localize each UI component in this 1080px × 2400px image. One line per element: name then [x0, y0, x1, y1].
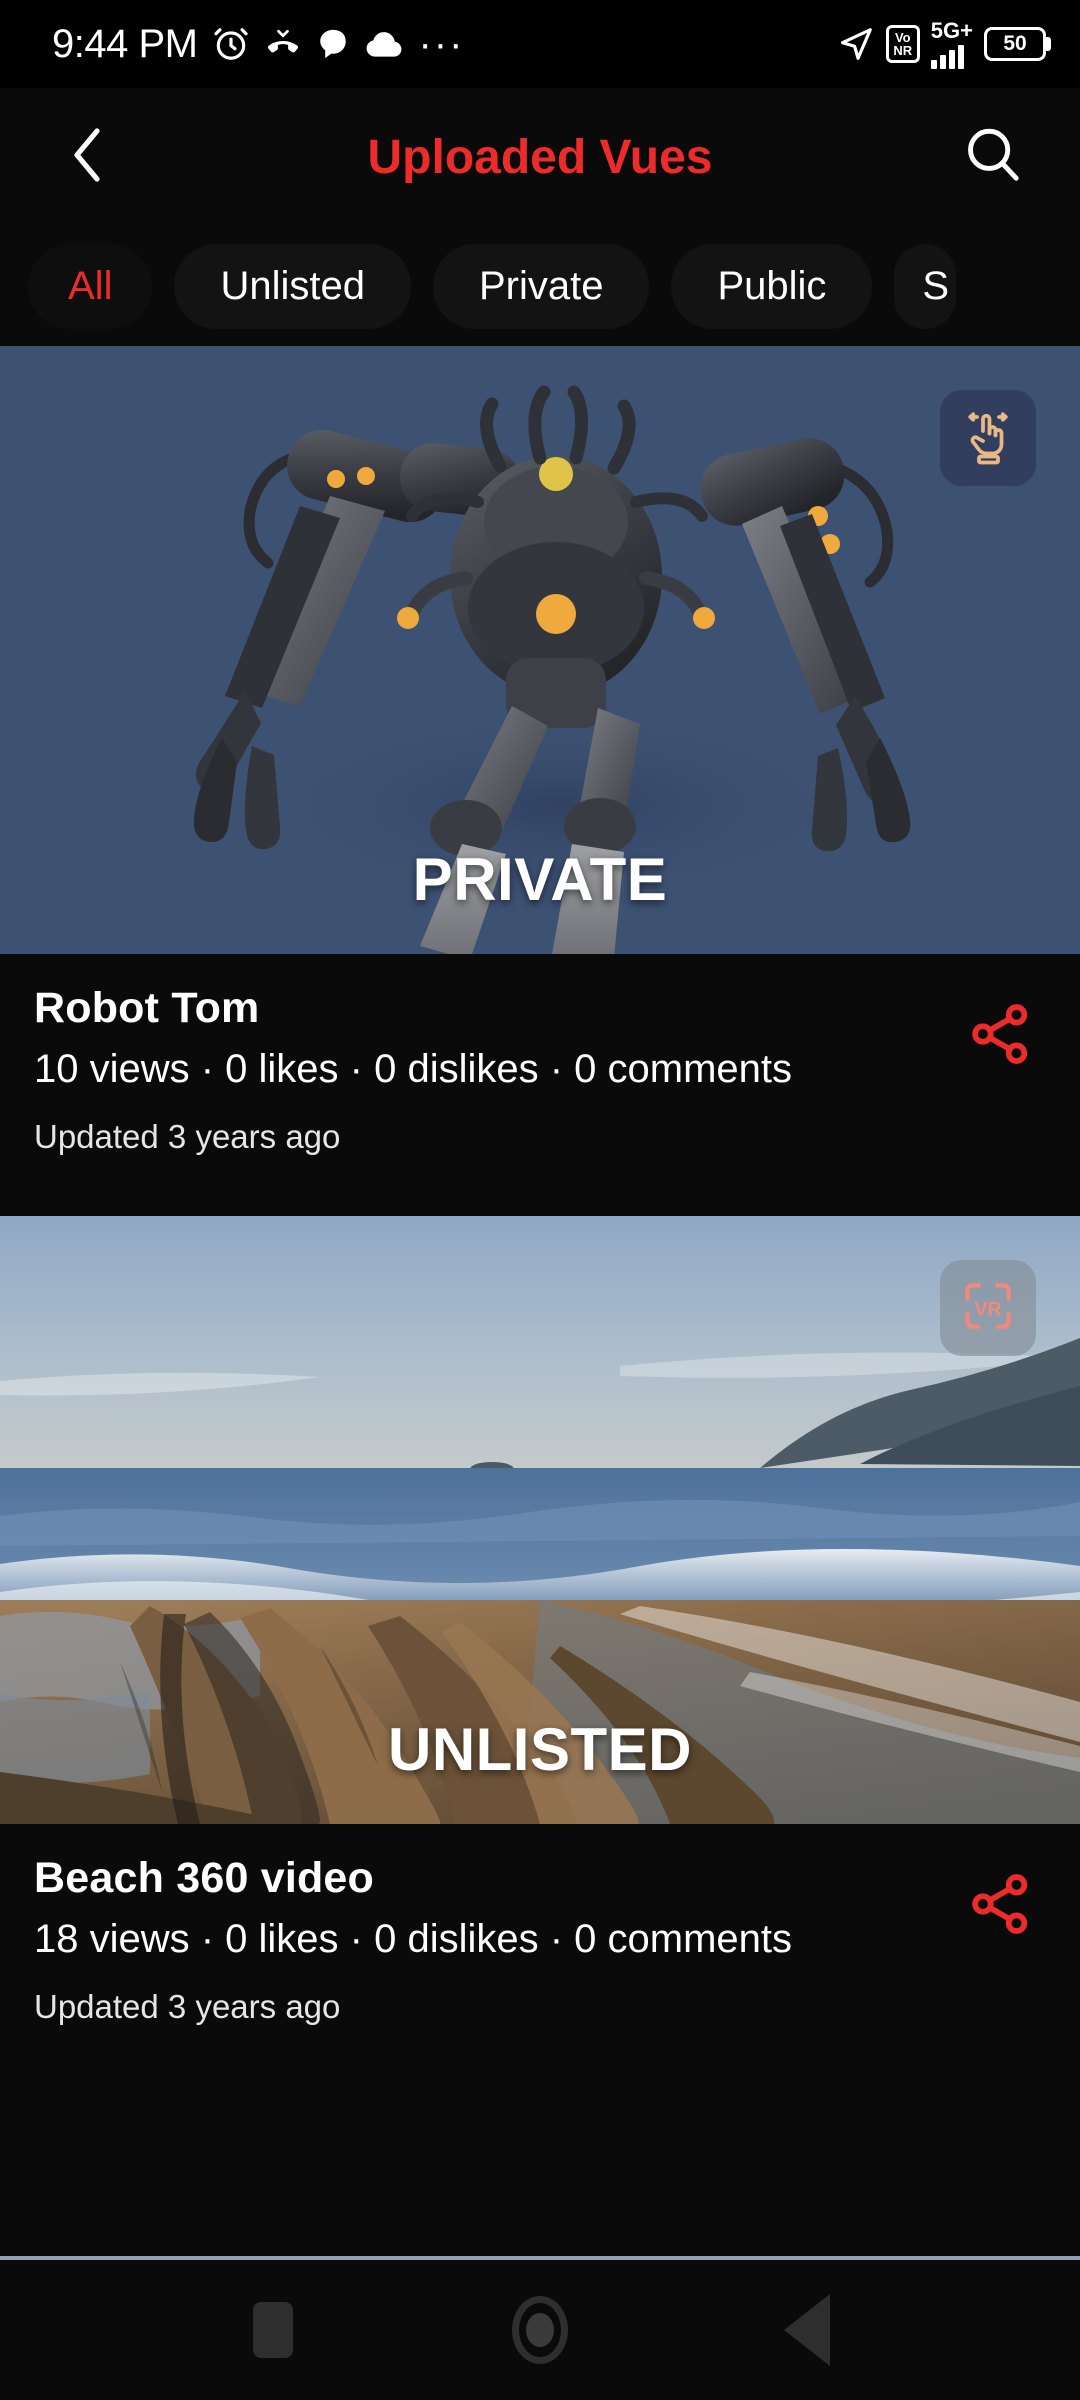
filter-chip-label: All — [68, 263, 113, 308]
app-header: Uploaded Vues — [0, 88, 1080, 226]
card-divider — [0, 1198, 1080, 1216]
share-button[interactable] — [958, 1864, 1042, 1948]
video-title: Beach 360 video — [34, 1854, 375, 1902]
robot-thumbnail-art — [0, 346, 1080, 954]
recents-button[interactable] — [213, 2270, 333, 2390]
chevron-left-icon — [61, 123, 113, 192]
missed-call-icon — [265, 26, 301, 62]
filter-chip-label: S — [922, 263, 950, 308]
filter-chip-scheduled-partial[interactable]: S — [894, 243, 957, 329]
interactive-3d-badge[interactable] — [940, 390, 1036, 486]
filter-chip-row[interactable]: All Unlisted Private Public S — [0, 226, 1080, 346]
video-updated: Updated 3 years ago — [34, 1988, 341, 2025]
vonr-line2: NR — [893, 43, 913, 58]
status-bar-left: 9:44 PM ··· — [52, 22, 464, 67]
search-button[interactable] — [950, 114, 1036, 200]
beach-thumbnail-art — [0, 1216, 1080, 1824]
battery-level: 50 — [1003, 32, 1027, 55]
app-screen: 9:44 PM ··· Vo NR 5G+ 50 Uploaded Vues A… — [0, 0, 1080, 2400]
network-label: 5G+ — [930, 17, 973, 43]
back-nav-button[interactable] — [747, 2270, 867, 2390]
filter-chip-label: Private — [478, 263, 604, 308]
square-icon — [253, 2302, 294, 2358]
video-card[interactable]: VR UNLISTED Beach 360 video 18 views · 0… — [0, 1216, 1080, 2068]
vr-icon: VR — [957, 1275, 1019, 1342]
location-arrow-icon — [837, 25, 875, 63]
back-button[interactable] — [44, 114, 130, 200]
more-dots-icon: ··· — [418, 22, 465, 66]
svg-text:VR: VR — [974, 1298, 1001, 1320]
status-time: 9:44 PM — [52, 21, 198, 66]
filter-chip-label: Unlisted — [220, 263, 365, 308]
video-stats: 18 views · 0 likes · 0 dislikes · 0 comm… — [34, 1917, 793, 1961]
video-stats: 10 views · 0 likes · 0 dislikes · 0 comm… — [34, 1047, 793, 1091]
filter-chip-public[interactable]: Public — [671, 243, 873, 329]
page-title: Uploaded Vues — [367, 130, 713, 184]
status-bar-right: Vo NR 5G+ 50 — [837, 17, 1046, 69]
triangle-back-icon — [783, 2294, 830, 2366]
share-button[interactable] — [958, 994, 1042, 1078]
drag-hand-icon — [958, 406, 1018, 471]
share-icon — [964, 998, 1036, 1075]
battery-icon: 50 — [984, 27, 1046, 61]
filter-chip-all[interactable]: All — [28, 243, 153, 329]
network-indicator: 5G+ — [930, 17, 973, 69]
video-card[interactable]: PRIVATE Robot Tom 10 views · 0 likes · 0… — [0, 346, 1080, 1198]
vonr-icon: Vo NR — [885, 25, 920, 63]
video-list[interactable]: PRIVATE Robot Tom 10 views · 0 likes · 0… — [0, 346, 1080, 2256]
share-icon — [964, 1868, 1036, 1945]
filter-chip-unlisted[interactable]: Unlisted — [174, 243, 411, 329]
video-updated: Updated 3 years ago — [34, 1118, 341, 1155]
video-thumbnail[interactable]: PRIVATE — [0, 346, 1080, 954]
video-title: Robot Tom — [34, 984, 260, 1032]
video-meta: Beach 360 video 18 views · 0 likes · 0 d… — [0, 1824, 1080, 2068]
video-meta: Robot Tom 10 views · 0 likes · 0 dislike… — [0, 954, 1080, 1198]
filter-chip-private[interactable]: Private — [432, 243, 650, 329]
system-nav-bar — [0, 2260, 1080, 2400]
filter-chip-label: Public — [717, 263, 827, 308]
alarm-icon — [212, 25, 250, 63]
video-thumbnail[interactable]: VR UNLISTED — [0, 1216, 1080, 1824]
circle-icon — [511, 2296, 568, 2364]
vr-badge[interactable]: VR — [940, 1260, 1036, 1356]
home-button[interactable] — [480, 2270, 600, 2390]
signal-bars-icon — [930, 43, 964, 69]
search-icon — [962, 124, 1024, 191]
status-bar: 9:44 PM ··· Vo NR 5G+ 50 — [0, 0, 1080, 88]
message-icon — [316, 27, 350, 61]
cloud-icon — [365, 27, 403, 61]
